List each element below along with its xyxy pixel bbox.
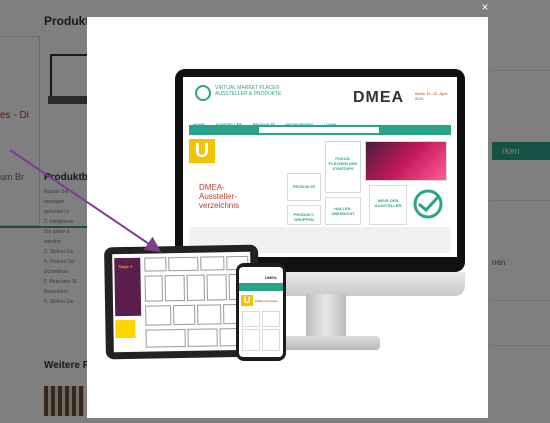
phone-tile	[262, 311, 280, 327]
website-header: VIRTUAL MARKET PLACE® AUSSTELLER & PRODU…	[183, 77, 457, 111]
phone-search-bar	[239, 283, 283, 291]
smartphone: DMEA U DMEA-Aussteller	[236, 263, 286, 361]
tile-video-image	[365, 141, 447, 181]
monitor-stand	[306, 294, 346, 340]
seal-icon	[413, 189, 443, 219]
hero-title: DMEA-Aussteller-verzeichnis	[199, 183, 240, 210]
tile-neue: NEUE DER AUSSTELLER	[369, 185, 407, 225]
close-icon[interactable]: ×	[478, 0, 492, 14]
image-lightbox: VIRTUAL MARKET PLACE® AUSSTELLER & PRODU…	[87, 17, 488, 418]
vmp-logo-text: VIRTUAL MARKET PLACE® AUSSTELLER & PRODU…	[215, 85, 282, 97]
phone-tile	[242, 311, 260, 327]
stage-label: Stage 4	[118, 263, 133, 270]
website-nav: HOME AUSSTELLER PRODUKTE NETWORKING LOGI…	[193, 113, 453, 127]
hall-plan-header: Stage 4	[114, 257, 142, 317]
phone-tile	[242, 329, 260, 351]
monitor: VIRTUAL MARKET PLACE® AUSSTELLER & PRODU…	[175, 69, 465, 272]
tablet-screen: Stage 4	[112, 251, 252, 353]
phone-dmea-logo: DMEA	[265, 275, 277, 280]
monitor-screen: VIRTUAL MARKET PLACE® AUSSTELLER & PRODU…	[183, 77, 457, 257]
tile-fokus: FOKUS-FLÄCHEN UND STARTUPS	[325, 141, 361, 193]
phone-u-logo-icon: U	[241, 295, 253, 306]
phone-screen: DMEA U DMEA-Aussteller	[239, 267, 283, 357]
tile-produktgruppen: PRODUKT-GRUPPEN	[287, 205, 321, 225]
hall-plan-grid	[112, 252, 250, 348]
tile-produkte: PRODUKTE	[287, 173, 321, 201]
phone-title: DMEA-Aussteller	[255, 299, 278, 303]
monitor-stand-base	[280, 336, 380, 350]
website-search-bar	[189, 125, 451, 135]
hall-marker	[115, 319, 136, 339]
vmp-logo-icon	[195, 85, 211, 101]
event-date: Berlin 11.-15. April 2021	[415, 91, 448, 101]
tile-hallen: HALLEN-ÜBERSICHT	[325, 197, 361, 225]
dmea-logo: DMEA	[353, 89, 405, 106]
website-search-box	[259, 127, 379, 133]
phone-tile	[262, 329, 280, 351]
website-hero: U DMEA-Aussteller-verzeichnis	[189, 139, 255, 229]
u-logo-icon: U	[189, 139, 215, 163]
phone-header: DMEA	[239, 271, 283, 281]
